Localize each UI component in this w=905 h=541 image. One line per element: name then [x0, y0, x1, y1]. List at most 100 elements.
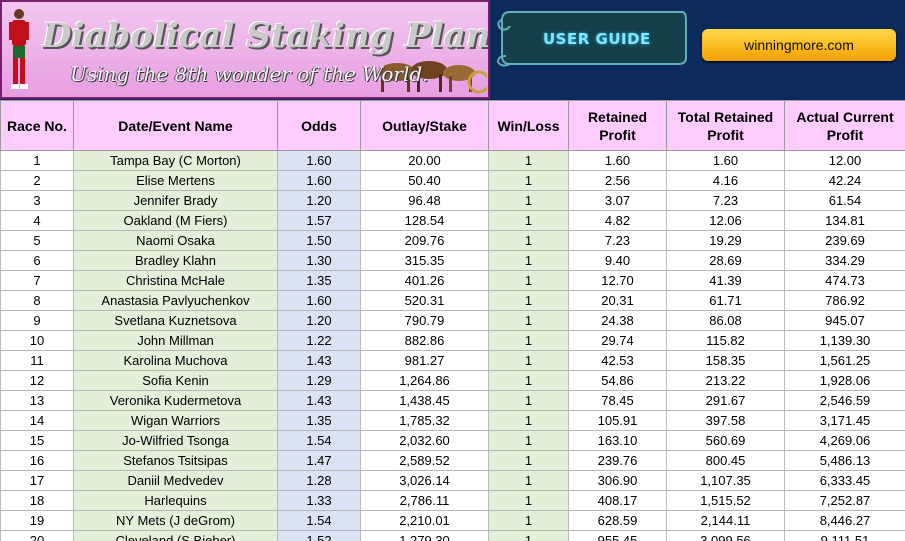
- actual-profit-cell[interactable]: 945.07: [784, 310, 905, 331]
- total-retained-profit-cell[interactable]: 7.23: [666, 190, 785, 211]
- win-loss-cell[interactable]: 1: [488, 430, 569, 451]
- win-loss-cell[interactable]: 1: [488, 350, 569, 371]
- race-number-cell[interactable]: 7: [0, 270, 74, 291]
- win-loss-cell[interactable]: 1: [488, 390, 569, 411]
- retained-profit-cell[interactable]: 163.10: [568, 430, 667, 451]
- odds-cell[interactable]: 1.35: [277, 410, 361, 431]
- stake-cell[interactable]: 20.00: [360, 150, 489, 171]
- event-name-cell[interactable]: Jennifer Brady: [73, 190, 278, 211]
- retained-profit-cell[interactable]: 78.45: [568, 390, 667, 411]
- win-loss-cell[interactable]: 1: [488, 490, 569, 511]
- actual-profit-cell[interactable]: 3,171.45: [784, 410, 905, 431]
- actual-profit-cell[interactable]: 4,269.06: [784, 430, 905, 451]
- event-name-cell[interactable]: Daniil Medvedev: [73, 470, 278, 491]
- win-loss-cell[interactable]: 1: [488, 530, 569, 541]
- race-number-cell[interactable]: 6: [0, 250, 74, 271]
- total-retained-profit-cell[interactable]: 397.58: [666, 410, 785, 431]
- total-retained-profit-cell[interactable]: 1,107.35: [666, 470, 785, 491]
- win-loss-cell[interactable]: 1: [488, 210, 569, 231]
- retained-profit-cell[interactable]: 408.17: [568, 490, 667, 511]
- actual-profit-cell[interactable]: 1,561.25: [784, 350, 905, 371]
- event-name-cell[interactable]: Veronika Kudermetova: [73, 390, 278, 411]
- race-number-cell[interactable]: 18: [0, 490, 74, 511]
- odds-cell[interactable]: 1.20: [277, 310, 361, 331]
- retained-profit-cell[interactable]: 7.23: [568, 230, 667, 251]
- event-name-cell[interactable]: Christina McHale: [73, 270, 278, 291]
- odds-cell[interactable]: 1.43: [277, 390, 361, 411]
- odds-cell[interactable]: 1.47: [277, 450, 361, 471]
- odds-cell[interactable]: 1.33: [277, 490, 361, 511]
- stake-cell[interactable]: 2,589.52: [360, 450, 489, 471]
- total-retained-profit-cell[interactable]: 115.82: [666, 330, 785, 351]
- retained-profit-cell[interactable]: 12.70: [568, 270, 667, 291]
- total-retained-profit-cell[interactable]: 86.08: [666, 310, 785, 331]
- retained-profit-cell[interactable]: 42.53: [568, 350, 667, 371]
- stake-cell[interactable]: 128.54: [360, 210, 489, 231]
- stake-cell[interactable]: 1,438.45: [360, 390, 489, 411]
- retained-profit-cell[interactable]: 1.60: [568, 150, 667, 171]
- race-number-cell[interactable]: 10: [0, 330, 74, 351]
- race-number-cell[interactable]: 5: [0, 230, 74, 251]
- win-loss-cell[interactable]: 1: [488, 290, 569, 311]
- event-name-cell[interactable]: Svetlana Kuznetsova: [73, 310, 278, 331]
- stake-cell[interactable]: 2,786.11: [360, 490, 489, 511]
- race-number-cell[interactable]: 12: [0, 370, 74, 391]
- event-name-cell[interactable]: Naomi Osaka: [73, 230, 278, 251]
- stake-cell[interactable]: 520.31: [360, 290, 489, 311]
- win-loss-cell[interactable]: 1: [488, 310, 569, 331]
- actual-profit-cell[interactable]: 2,546.59: [784, 390, 905, 411]
- total-retained-profit-cell[interactable]: 4.16: [666, 170, 785, 191]
- race-number-cell[interactable]: 20: [0, 530, 74, 541]
- user-guide-label[interactable]: USER GUIDE: [543, 30, 651, 48]
- event-name-cell[interactable]: NY Mets (J deGrom): [73, 510, 278, 531]
- total-retained-profit-cell[interactable]: 560.69: [666, 430, 785, 451]
- race-number-cell[interactable]: 1: [0, 150, 74, 171]
- retained-profit-cell[interactable]: 105.91: [568, 410, 667, 431]
- odds-cell[interactable]: 1.54: [277, 430, 361, 451]
- retained-profit-cell[interactable]: 955.45: [568, 530, 667, 541]
- event-name-cell[interactable]: Tampa Bay (C Morton): [73, 150, 278, 171]
- race-number-cell[interactable]: 4: [0, 210, 74, 231]
- actual-profit-cell[interactable]: 474.73: [784, 270, 905, 291]
- race-number-cell[interactable]: 17: [0, 470, 74, 491]
- retained-profit-cell[interactable]: 20.31: [568, 290, 667, 311]
- win-loss-cell[interactable]: 1: [488, 270, 569, 291]
- event-name-cell[interactable]: Harlequins: [73, 490, 278, 511]
- actual-profit-cell[interactable]: 9,111.51: [784, 530, 905, 541]
- win-loss-cell[interactable]: 1: [488, 330, 569, 351]
- odds-cell[interactable]: 1.35: [277, 270, 361, 291]
- total-retained-profit-cell[interactable]: 3,099.56: [666, 530, 785, 541]
- event-name-cell[interactable]: Anastasia Pavlyuchenkov: [73, 290, 278, 311]
- total-retained-profit-cell[interactable]: 1.60: [666, 150, 785, 171]
- stake-cell[interactable]: 96.48: [360, 190, 489, 211]
- win-loss-cell[interactable]: 1: [488, 190, 569, 211]
- stake-cell[interactable]: 981.27: [360, 350, 489, 371]
- odds-cell[interactable]: 1.30: [277, 250, 361, 271]
- race-number-cell[interactable]: 3: [0, 190, 74, 211]
- win-loss-cell[interactable]: 1: [488, 370, 569, 391]
- odds-cell[interactable]: 1.57: [277, 210, 361, 231]
- actual-profit-cell[interactable]: 7,252.87: [784, 490, 905, 511]
- retained-profit-cell[interactable]: 24.38: [568, 310, 667, 331]
- retained-profit-cell[interactable]: 3.07: [568, 190, 667, 211]
- actual-profit-cell[interactable]: 5,486.13: [784, 450, 905, 471]
- win-loss-cell[interactable]: 1: [488, 150, 569, 171]
- event-name-cell[interactable]: Jo-Wilfried Tsonga: [73, 430, 278, 451]
- stake-cell[interactable]: 401.26: [360, 270, 489, 291]
- total-retained-profit-cell[interactable]: 158.35: [666, 350, 785, 371]
- odds-cell[interactable]: 1.29: [277, 370, 361, 391]
- stake-cell[interactable]: 1,279.30: [360, 530, 489, 541]
- total-retained-profit-cell[interactable]: 1,515.52: [666, 490, 785, 511]
- win-loss-cell[interactable]: 1: [488, 170, 569, 191]
- odds-cell[interactable]: 1.43: [277, 350, 361, 371]
- event-name-cell[interactable]: Cleveland (S Bieber): [73, 530, 278, 541]
- total-retained-profit-cell[interactable]: 19.29: [666, 230, 785, 251]
- race-number-cell[interactable]: 8: [0, 290, 74, 311]
- stake-cell[interactable]: 3,026.14: [360, 470, 489, 491]
- retained-profit-cell[interactable]: 54.86: [568, 370, 667, 391]
- total-retained-profit-cell[interactable]: 2,144.11: [666, 510, 785, 531]
- stake-cell[interactable]: 315.35: [360, 250, 489, 271]
- event-name-cell[interactable]: Karolina Muchova: [73, 350, 278, 371]
- race-number-cell[interactable]: 13: [0, 390, 74, 411]
- race-number-cell[interactable]: 16: [0, 450, 74, 471]
